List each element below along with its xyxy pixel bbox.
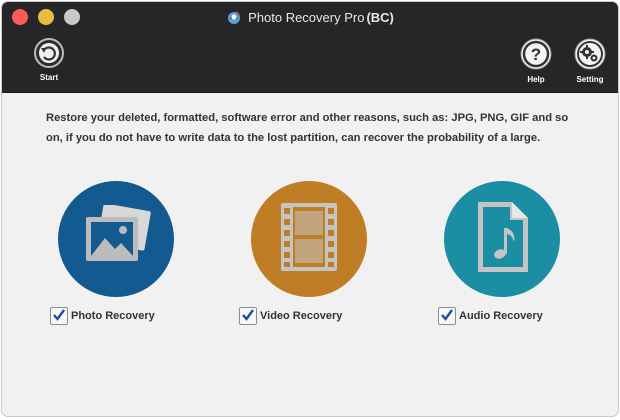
title-bar: Photo Recovery Pro (BC) [2,2,618,32]
image-icon [78,202,154,274]
window-title-text: Photo Recovery Pro [248,9,365,25]
video-recovery-checkbox-row[interactable]: Video Recovery [239,307,367,325]
photo-recovery-label: Photo Recovery [71,310,155,322]
setting-label: Setting [576,75,604,84]
video-recovery-circle[interactable] [251,181,367,297]
help-button[interactable]: ? Help [520,38,552,84]
app-logo-icon [226,9,242,25]
audio-recovery-circle[interactable] [444,181,560,297]
description-text: Restore your deleted, formatted, softwar… [46,112,569,144]
start-label: Start [39,73,59,82]
checkmark-icon [440,308,454,325]
photo-recovery-checkbox[interactable] [50,307,68,325]
audio-recovery-option[interactable]: Audio Recovery [438,181,560,325]
svg-text:?: ? [531,45,541,64]
window-title: Photo Recovery Pro (BC) [2,2,618,32]
photo-recovery-checkbox-row[interactable]: Photo Recovery [50,307,174,325]
checkmark-icon [241,308,255,325]
start-button[interactable]: Start [34,38,64,82]
gear-icon [574,38,606,72]
setting-button[interactable]: Setting [574,38,606,84]
audio-recovery-label: Audio Recovery [459,310,543,322]
film-icon [279,201,339,278]
help-label: Help [527,75,545,84]
start-icon [34,38,64,70]
video-recovery-label: Video Recovery [260,310,343,322]
help-icon: ? [520,38,552,72]
video-recovery-option[interactable]: Video Recovery [239,181,367,325]
app-window: Photo Recovery Pro (BC) Start ? Help Set… [2,2,618,416]
audio-recovery-checkbox-row[interactable]: Audio Recovery [438,307,560,325]
photo-recovery-option[interactable]: Photo Recovery [50,181,174,325]
main-content: Restore your deleted, formatted, softwar… [2,93,618,416]
photo-recovery-circle[interactable] [58,181,174,297]
video-recovery-checkbox[interactable] [239,307,257,325]
music-file-icon [474,200,530,279]
checkmark-icon [52,308,66,325]
audio-recovery-checkbox[interactable] [438,307,456,325]
toolbar: Start ? Help Setting [2,32,618,93]
window-title-suffix: (BC) [366,9,394,25]
